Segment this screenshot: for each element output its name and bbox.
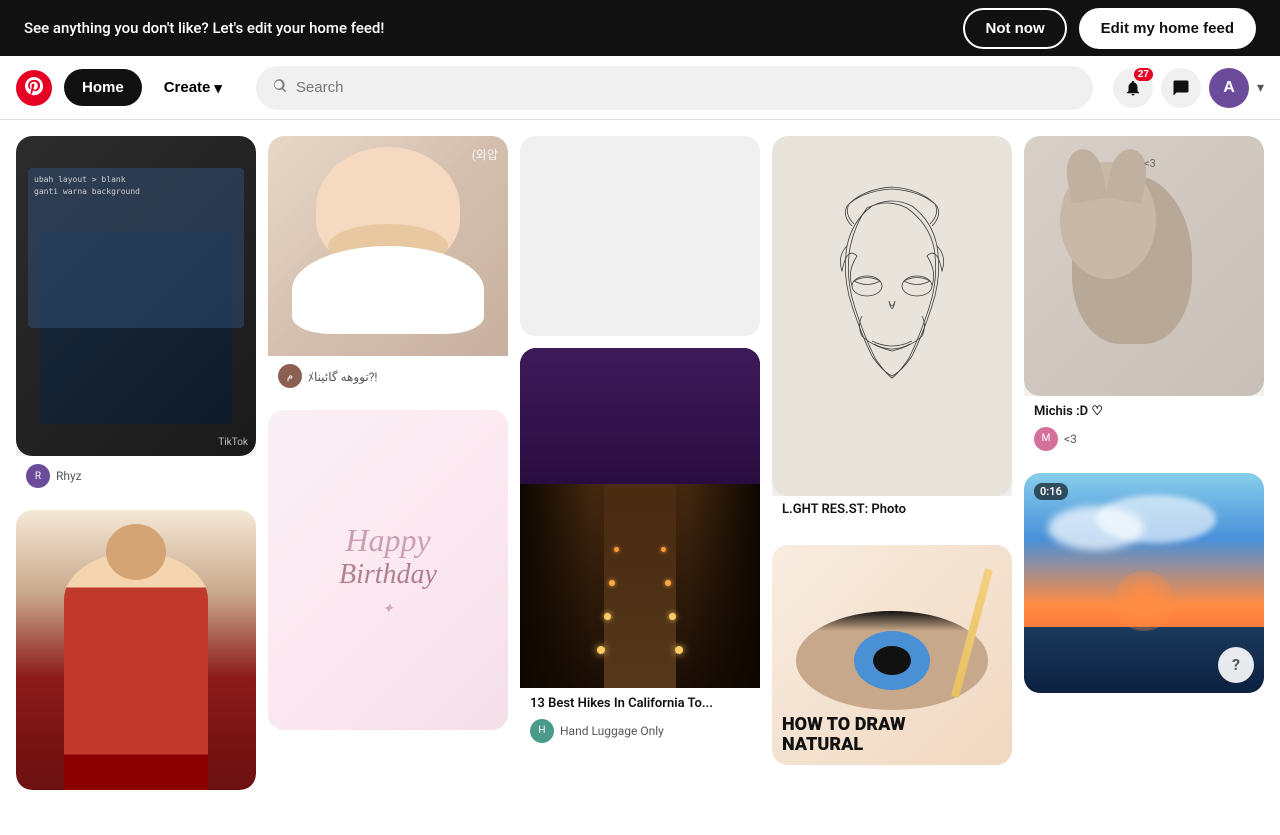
banner-text: See anything you don't like? Let's edit … bbox=[24, 19, 384, 37]
edit-feed-button[interactable]: Edit my home feed bbox=[1079, 8, 1256, 49]
notifications-button[interactable]: 27 bbox=[1113, 68, 1153, 108]
search-icon bbox=[272, 78, 288, 98]
author-name: Rhyz bbox=[56, 469, 82, 483]
pin-card[interactable]: 0:16 ? bbox=[1024, 473, 1264, 693]
pin-image: HOW TO DRAWNATURAL bbox=[772, 545, 1012, 765]
pin-image: Happy Birthday ✦ bbox=[268, 410, 508, 730]
pin-image: <3 bbox=[1024, 136, 1264, 396]
pinterest-logo[interactable] bbox=[16, 70, 52, 106]
user-avatar-button[interactable]: A bbox=[1209, 68, 1249, 108]
chevron-down-icon: ▾ bbox=[214, 79, 222, 97]
navbar: Home Create ▾ 27 A ▾ bbox=[0, 56, 1280, 120]
birthday-text: Happy Birthday ✦ bbox=[339, 522, 437, 618]
video-time-badge: 0:16 bbox=[1034, 483, 1068, 500]
home-button[interactable]: Home bbox=[64, 69, 142, 106]
pin-image bbox=[772, 136, 1012, 496]
pin-title: Michis :D ♡ bbox=[1034, 404, 1254, 421]
author-avatar: R bbox=[26, 464, 50, 488]
author-avatar: م bbox=[278, 364, 302, 388]
search-input[interactable] bbox=[296, 79, 1077, 96]
pin-image: 0:16 ? bbox=[1024, 473, 1264, 693]
pin-card[interactable]: <3 Michis :D ♡ M <3 bbox=[1024, 136, 1264, 461]
pin-info: L.GHT RES.ST: Photo bbox=[772, 496, 1012, 533]
pin-image bbox=[520, 348, 760, 688]
pin-card[interactable]: 13 Best Hikes In California To... H Hand… bbox=[520, 348, 760, 753]
pin-info: م ﾒﺗﻮﻭﻫﻪ ﮔﺎﺋﯿﻨﺎ?! bbox=[268, 356, 508, 398]
search-bar bbox=[256, 66, 1093, 110]
author-name: Hand Luggage Only bbox=[560, 724, 664, 738]
not-now-button[interactable]: Not now bbox=[963, 8, 1066, 49]
main-feed: ubah layout > blankganti warna backgroun… bbox=[0, 120, 1280, 835]
author-name: ﾒﺗﻮﻭﻫﻪ ﮔﺎﺋﯿﻨﺎ?! bbox=[308, 368, 377, 385]
pin-author: H Hand Luggage Only bbox=[530, 719, 750, 743]
pin-author: م ﾒﺗﻮﻭﻫﻪ ﮔﺎﺋﯿﻨﺎ?! bbox=[278, 364, 498, 388]
pin-card[interactable] bbox=[520, 136, 760, 336]
pin-card[interactable] bbox=[16, 510, 256, 790]
pin-card[interactable]: L.GHT RES.ST: Photo bbox=[772, 136, 1012, 533]
pins-grid: ubah layout > blankganti warna backgroun… bbox=[16, 136, 1264, 790]
home-feed-banner: See anything you don't like? Let's edit … bbox=[0, 0, 1280, 56]
account-chevron-button[interactable]: ▾ bbox=[1257, 79, 1264, 96]
pin-info: R Rhyz bbox=[16, 456, 256, 498]
eyebrow-card-text: HOW TO DRAWNATURAL bbox=[782, 715, 1002, 755]
author-avatar: H bbox=[530, 719, 554, 743]
pin-title: L.GHT RES.ST: Photo bbox=[782, 502, 1002, 519]
banner-actions: Not now Edit my home feed bbox=[963, 8, 1256, 49]
pin-card[interactable]: ubah layout > blankganti warna backgroun… bbox=[16, 136, 256, 498]
pin-info: 13 Best Hikes In California To... H Hand… bbox=[520, 688, 760, 753]
help-button[interactable]: ? bbox=[1218, 647, 1254, 683]
pin-image: (와압 bbox=[268, 136, 508, 356]
pin-author: M <3 bbox=[1034, 427, 1254, 451]
notification-badge: 27 bbox=[1134, 68, 1153, 81]
tiktok-watermark: TikTok bbox=[218, 437, 248, 448]
pin-info: Michis :D ♡ M <3 bbox=[1024, 396, 1264, 461]
pin-card[interactable]: (와압 م ﾒﺗﻮﻭﻫﻪ ﮔﺎﺋﯿﻨﺎ?! bbox=[268, 136, 508, 398]
pin-title: 13 Best Hikes In California To... bbox=[530, 696, 750, 713]
pin-author: R Rhyz bbox=[26, 464, 246, 488]
nav-right-icons: 27 A ▾ bbox=[1113, 68, 1264, 108]
create-button[interactable]: Create ▾ bbox=[150, 69, 236, 107]
pin-card[interactable]: Happy Birthday ✦ bbox=[268, 410, 508, 730]
korean-text-overlay: (와압 bbox=[472, 146, 498, 163]
pin-image: ubah layout > blankganti warna backgroun… bbox=[16, 136, 256, 456]
pin-card[interactable]: HOW TO DRAWNATURAL bbox=[772, 545, 1012, 765]
pin-image-loading bbox=[520, 136, 760, 336]
author-name: <3 bbox=[1064, 432, 1077, 446]
pin-image bbox=[16, 510, 256, 790]
author-avatar: M bbox=[1034, 427, 1058, 451]
messages-button[interactable] bbox=[1161, 68, 1201, 108]
